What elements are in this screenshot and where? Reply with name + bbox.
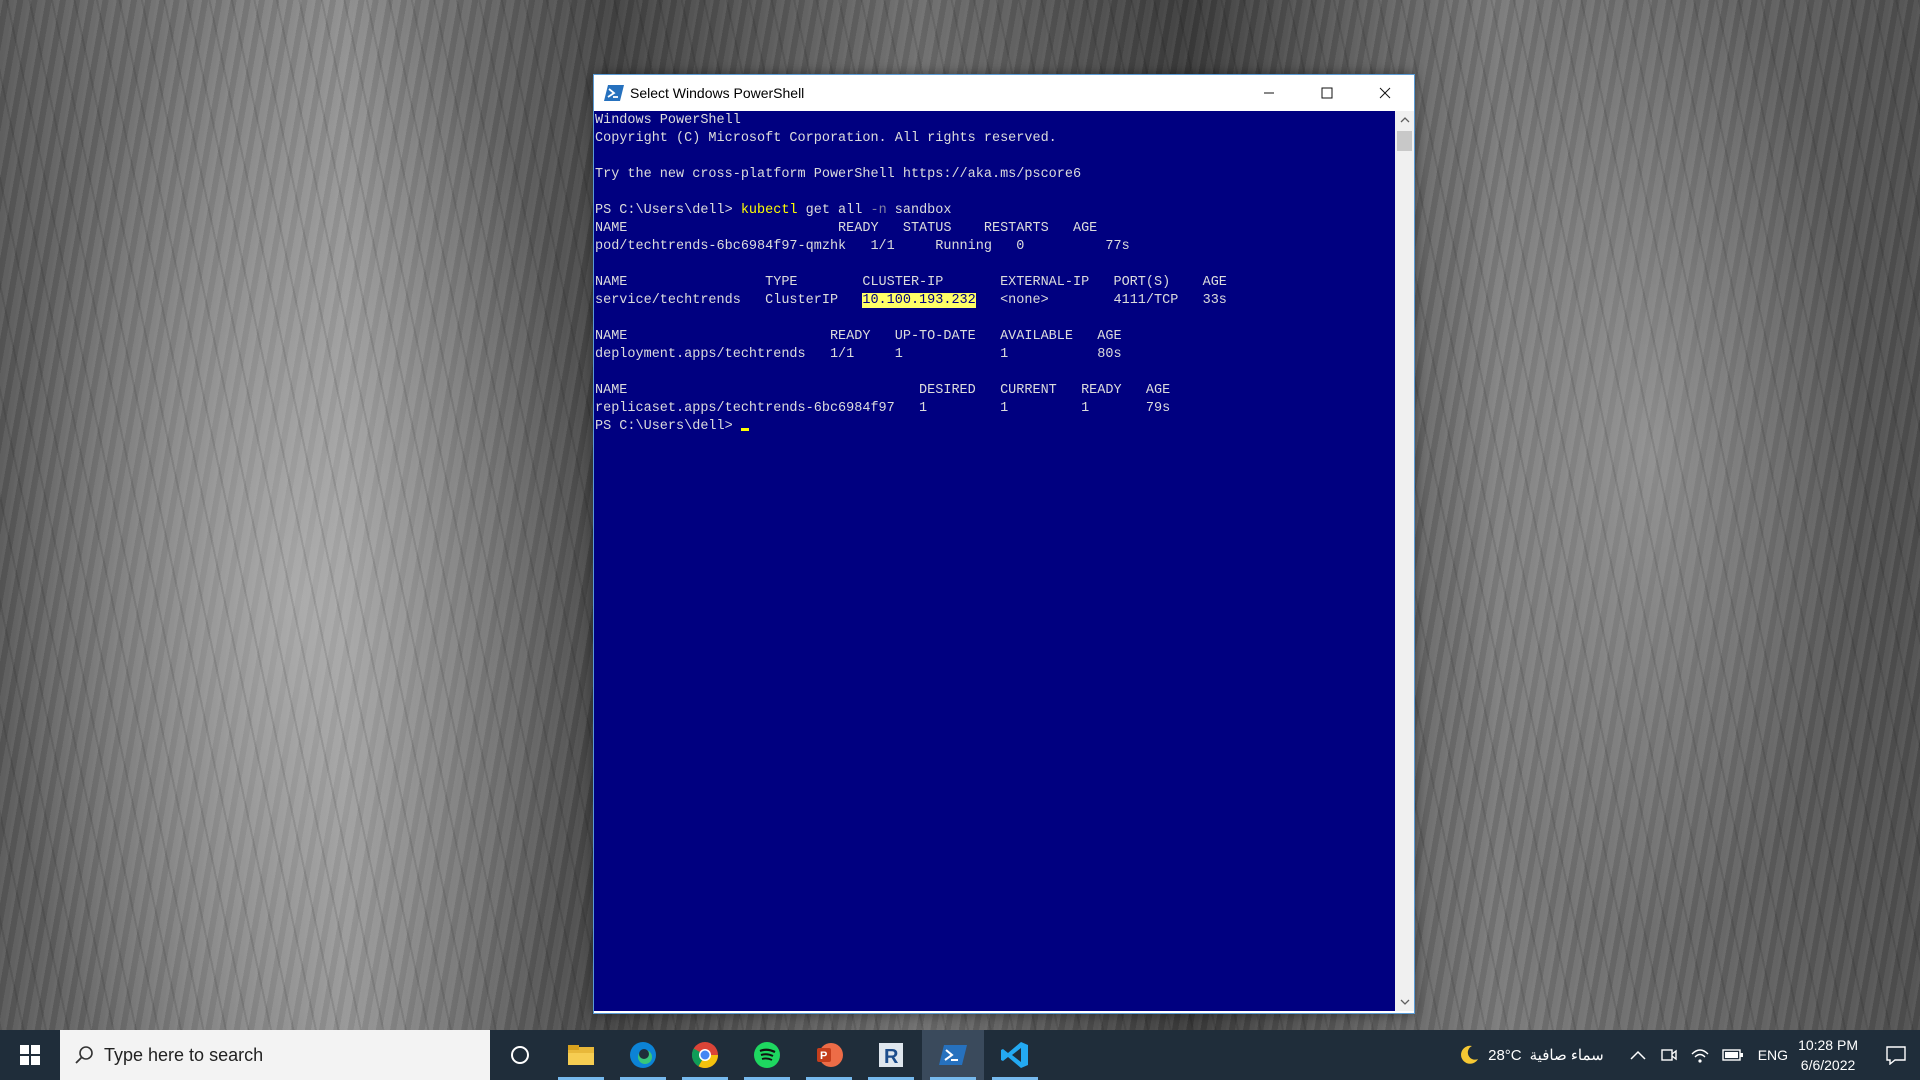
close-icon bbox=[1379, 87, 1391, 99]
wifi-icon[interactable] bbox=[1690, 1046, 1710, 1064]
cluster-ip-selection[interactable]: 10.100.193.232 bbox=[862, 293, 976, 308]
maximize-button[interactable] bbox=[1298, 75, 1356, 111]
console-copyright-line: Copyright (C) Microsoft Corporation. All… bbox=[595, 131, 1057, 146]
taskbar: Type here to search P R 28°C سماء صافية … bbox=[0, 1030, 1920, 1080]
meet-now-icon[interactable] bbox=[1660, 1046, 1678, 1064]
window-title: Select Windows PowerShell bbox=[630, 85, 805, 101]
replicaset-table-row: replicaset.apps/techtrends-6bc6984f97 1 … bbox=[595, 401, 1171, 416]
windows-logo-icon bbox=[20, 1045, 40, 1065]
command-flag: -n bbox=[870, 203, 887, 218]
battery-icon[interactable] bbox=[1722, 1048, 1744, 1062]
file-explorer-button[interactable] bbox=[550, 1030, 612, 1080]
service-table-header: NAME TYPE CLUSTER-IP EXTERNAL-IP PORT(S)… bbox=[595, 275, 1227, 290]
scroll-up-button[interactable] bbox=[1395, 111, 1414, 129]
cortana-icon bbox=[511, 1046, 529, 1064]
clock-date: 6/6/2022 bbox=[1800, 1057, 1856, 1073]
action-center-button[interactable] bbox=[1872, 1030, 1920, 1080]
clock-time: 10:28 PM bbox=[1798, 1037, 1858, 1053]
folder-icon bbox=[568, 1045, 594, 1065]
weather-temperature[interactable]: 28°C bbox=[1488, 1047, 1522, 1064]
scroll-down-button[interactable] bbox=[1395, 993, 1414, 1011]
clock[interactable]: 10:28 PM 6/6/2022 bbox=[1798, 1035, 1858, 1075]
console-header-line: Windows PowerShell bbox=[595, 113, 741, 128]
powershell-icon bbox=[939, 1045, 967, 1065]
spotify-icon bbox=[754, 1042, 780, 1068]
chevron-up-icon bbox=[1400, 117, 1409, 123]
final-prompt: PS C:\Users\dell> bbox=[595, 419, 741, 434]
chevron-down-icon bbox=[1400, 999, 1409, 1005]
service-row-suffix: <none> 4111/TCP 33s bbox=[975, 293, 1227, 308]
search-icon bbox=[75, 1046, 93, 1064]
search-placeholder: Type here to search bbox=[104, 1044, 264, 1065]
vscode-icon bbox=[1001, 1042, 1028, 1068]
minimize-icon bbox=[1264, 92, 1274, 94]
svg-text:P: P bbox=[820, 1050, 827, 1062]
moon-icon[interactable] bbox=[1458, 1044, 1480, 1066]
chrome-icon bbox=[691, 1042, 719, 1069]
task-view-button[interactable] bbox=[490, 1030, 550, 1080]
weather-condition[interactable]: سماء صافية bbox=[1530, 1046, 1604, 1064]
edge-button[interactable] bbox=[612, 1030, 674, 1080]
replicaset-table-header: NAME DESIRED CURRENT READY AGE bbox=[595, 383, 1171, 398]
chrome-button[interactable] bbox=[674, 1030, 736, 1080]
title-bar[interactable]: Select Windows PowerShell bbox=[594, 75, 1414, 111]
chevron-up-icon[interactable] bbox=[1630, 1049, 1646, 1061]
r-app-icon: R bbox=[879, 1043, 903, 1068]
edge-icon bbox=[630, 1042, 656, 1068]
vscode-button[interactable] bbox=[984, 1030, 1046, 1080]
deployment-table-header: NAME READY UP-TO-DATE AVAILABLE AGE bbox=[595, 329, 1122, 344]
minimize-button[interactable] bbox=[1240, 75, 1298, 111]
language-indicator[interactable]: ENG bbox=[1758, 1047, 1788, 1063]
start-button[interactable] bbox=[0, 1030, 60, 1080]
svg-text:R: R bbox=[884, 1046, 899, 1068]
powershell-icon bbox=[604, 85, 624, 101]
service-row-prefix: service/techtrends ClusterIP bbox=[595, 293, 863, 308]
r-app-button[interactable]: R bbox=[860, 1030, 922, 1080]
system-tray: 28°C سماء صافية ENG 10:28 PM 6/6/2022 bbox=[1458, 1030, 1920, 1080]
powerpoint-button[interactable]: P bbox=[798, 1030, 860, 1080]
console-tip-line: Try the new cross-platform PowerShell ht… bbox=[595, 167, 1082, 182]
command-args: get all bbox=[797, 203, 871, 218]
powershell-taskbar-button[interactable] bbox=[922, 1030, 984, 1080]
maximize-icon bbox=[1321, 87, 1333, 99]
pod-table-row: pod/techtrends-6bc6984f97-qmzhk 1/1 Runn… bbox=[595, 239, 1130, 254]
search-box[interactable]: Type here to search bbox=[60, 1030, 490, 1080]
console-output[interactable]: Windows PowerShell Copyright (C) Microso… bbox=[594, 111, 1395, 1011]
pod-table-header: NAME READY STATUS RESTARTS AGE bbox=[595, 221, 1098, 236]
close-button[interactable] bbox=[1356, 75, 1414, 111]
spotify-button[interactable] bbox=[736, 1030, 798, 1080]
prompt: PS C:\Users\dell> bbox=[595, 203, 741, 218]
command-value: sandbox bbox=[886, 203, 952, 218]
vertical-scrollbar[interactable] bbox=[1395, 111, 1414, 1011]
powerpoint-icon: P bbox=[817, 1043, 843, 1067]
powershell-window[interactable]: Select Windows PowerShell Windows PowerS… bbox=[593, 74, 1415, 1014]
notification-icon bbox=[1886, 1046, 1906, 1065]
text-cursor bbox=[740, 428, 749, 431]
command-name: kubectl bbox=[740, 203, 798, 218]
scrollbar-thumb[interactable] bbox=[1397, 131, 1412, 151]
deployment-table-row: deployment.apps/techtrends 1/1 1 1 80s bbox=[595, 347, 1122, 362]
